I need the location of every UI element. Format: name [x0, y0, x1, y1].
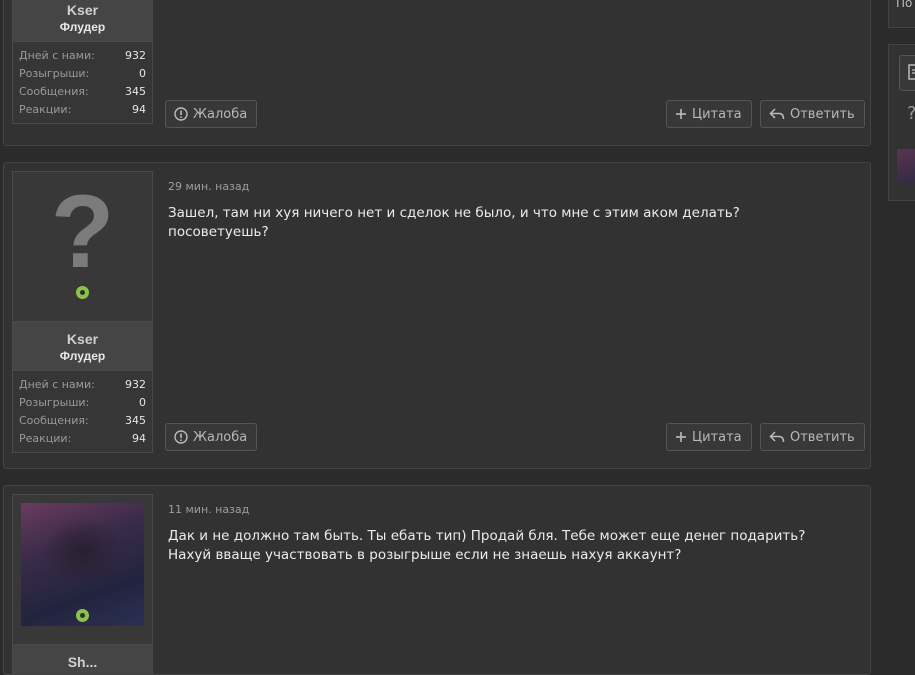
stat-value: 932 [125, 49, 146, 62]
default-avatar-question-icon: ? [50, 174, 115, 290]
username[interactable]: Kser [13, 331, 152, 347]
plus-icon [676, 109, 686, 119]
reply-arrow-icon [769, 108, 785, 120]
post: Kser Флудер Дней с нами: 932 Розыгрыши: 0 … [3, 0, 871, 146]
user-photo [21, 503, 144, 626]
stat-value: 0 [139, 396, 146, 409]
stat-value: 94 [132, 432, 146, 445]
reply-arrow-icon [769, 431, 785, 443]
sidebar-block-share: ? [888, 44, 915, 201]
report-button[interactable]: Жалоба [165, 100, 258, 128]
stat-row: Дней с нами: 932 [19, 47, 146, 65]
stat-label: Реакции: [19, 432, 72, 445]
sidebar-block-top: По [888, 0, 915, 28]
stat-value: 345 [125, 414, 146, 427]
document-icon [908, 64, 915, 80]
post-body: Дак и не должно там быть. Ты ебать тип) … [168, 528, 806, 563]
reply-label: Ответить [790, 106, 855, 122]
reply-button[interactable]: Ответить [760, 423, 865, 451]
report-label: Жалоба [193, 429, 248, 445]
stat-label: Дней с нами: [19, 378, 95, 391]
stat-row: Реакции: 94 [19, 430, 146, 448]
exclamation-circle-icon [174, 107, 188, 121]
user-info: ? Kser Флудер Дней с нами: 932 Розыгрыши:… [12, 171, 153, 453]
stat-row: Сообщения: 345 [19, 412, 146, 430]
user-name-box: Kser Флудер [12, 0, 153, 42]
username[interactable]: Kser [13, 2, 152, 18]
report-label: Жалоба [193, 106, 248, 122]
sidebar-top-text: По [896, 0, 913, 10]
stat-row: Реакции: 94 [19, 101, 146, 119]
user-info: Sh... [12, 494, 153, 674]
exclamation-circle-icon [174, 430, 188, 444]
stat-row: Сообщения: 345 [19, 83, 146, 101]
stat-label: Реакции: [19, 103, 72, 116]
quote-label: Цитата [692, 106, 742, 122]
stat-label: Дней с нами: [19, 49, 95, 62]
quote-label: Цитата [692, 429, 742, 445]
stat-row: Розыгрыши: 0 [19, 394, 146, 412]
user-name-box: Sh... [12, 644, 153, 674]
reply-label: Ответить [790, 429, 855, 445]
stat-value: 0 [139, 67, 146, 80]
user-stats: Дней с нами: 932 Розыгрыши: 0 Сообщения: 34… [12, 42, 153, 124]
sidebar-avatar[interactable] [897, 149, 915, 183]
stat-label: Сообщения: [19, 414, 89, 427]
stat-label: Сообщения: [19, 85, 89, 98]
post-timestamp[interactable]: 29 мин. назад [168, 180, 249, 193]
quote-button[interactable]: Цитата [666, 100, 752, 128]
user-info: Kser Флудер Дней с нами: 932 Розыгрыши: 0 … [12, 0, 153, 124]
plus-icon [676, 432, 686, 442]
user-stats: Дней с нами: 932 Розыгрыши: 0 Сообщения: 34… [12, 371, 153, 453]
avatar[interactable]: ? [12, 171, 153, 321]
online-status-icon [76, 286, 89, 299]
report-button[interactable]: Жалоба [165, 423, 258, 451]
post-timestamp[interactable]: 11 мин. назад [168, 503, 249, 516]
user-name-box: Kser Флудер [12, 321, 153, 371]
stat-value: 345 [125, 85, 146, 98]
stat-label: Розыгрыши: [19, 396, 90, 409]
post: ? Kser Флудер Дней с нами: 932 Розыгрыши:… [3, 162, 871, 469]
username[interactable]: Sh... [13, 654, 152, 670]
user-title: Флудер [59, 349, 106, 363]
sidebar-question-icon[interactable]: ? [907, 103, 915, 124]
avatar[interactable] [12, 494, 153, 644]
stat-label: Розыгрыши: [19, 67, 90, 80]
stat-value: 94 [132, 103, 146, 116]
stat-value: 932 [125, 378, 146, 391]
quote-button[interactable]: Цитата [666, 423, 752, 451]
post: Sh... 11 мин. назад Дак и не должно там … [3, 485, 871, 675]
online-status-icon [76, 609, 89, 622]
sidebar-share-button[interactable] [899, 55, 915, 91]
post-body: Зашел, там ни хуя ничего нет и сделок не… [168, 205, 740, 240]
user-title: Флудер [59, 20, 106, 34]
stat-row: Розыгрыши: 0 [19, 65, 146, 83]
stat-row: Дней с нами: 932 [19, 376, 146, 394]
reply-button[interactable]: Ответить [760, 100, 865, 128]
